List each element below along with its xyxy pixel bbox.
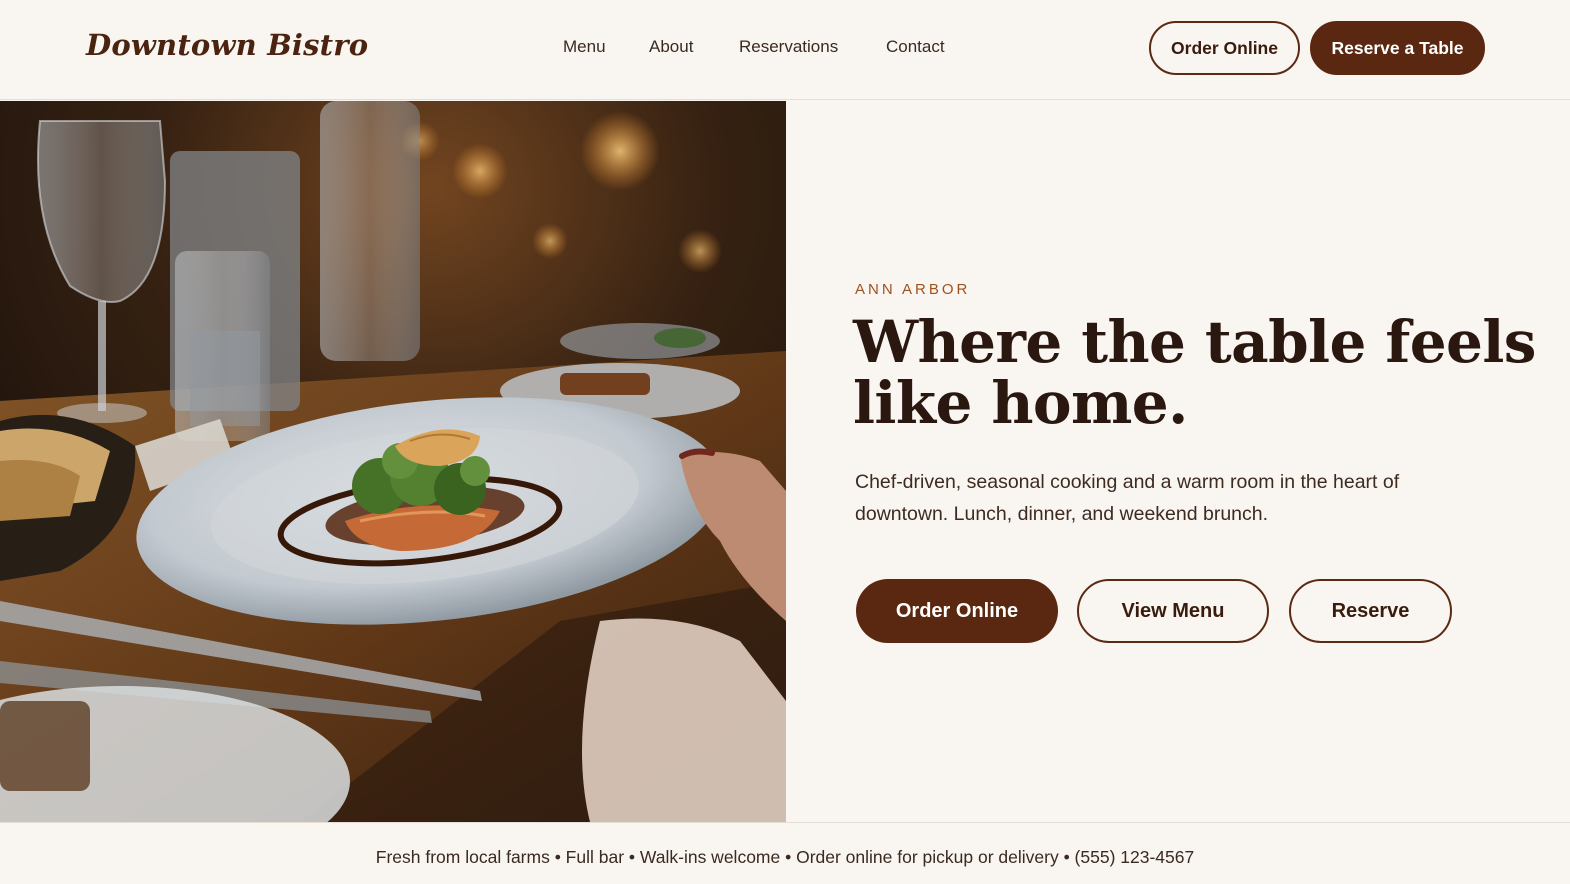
nav-item-menu[interactable]: Menu (563, 37, 606, 57)
hero-headline: Where the table feels like home. (853, 308, 1536, 437)
hero-reserve-button[interactable]: Reserve (1289, 579, 1452, 643)
info-strip-text: Fresh from local farms • Full bar • Walk… (375, 847, 1195, 867)
hero-subtext: Chef-driven, seasonal cooking and a warm… (855, 471, 1400, 525)
hero-image (0, 101, 786, 822)
info-strip: Fresh from local farms • Full bar • Walk… (0, 822, 1570, 884)
site-header: Downtown Bistro Menu About Reservations … (0, 0, 1570, 100)
hero-order-online-button[interactable]: Order Online (856, 579, 1058, 643)
header-order-online-button[interactable]: Order Online (1149, 21, 1300, 75)
site-logo[interactable]: Downtown Bistro (86, 28, 368, 62)
hero-eyebrow: ANN ARBOR (855, 281, 971, 298)
nav-item-reservations[interactable]: Reservations (739, 37, 838, 57)
nav-item-about[interactable]: About (649, 37, 693, 57)
hero-view-menu-button[interactable]: View Menu (1077, 579, 1269, 643)
nav-item-contact[interactable]: Contact (886, 37, 945, 57)
header-reserve-table-button[interactable]: Reserve a Table (1310, 21, 1485, 75)
